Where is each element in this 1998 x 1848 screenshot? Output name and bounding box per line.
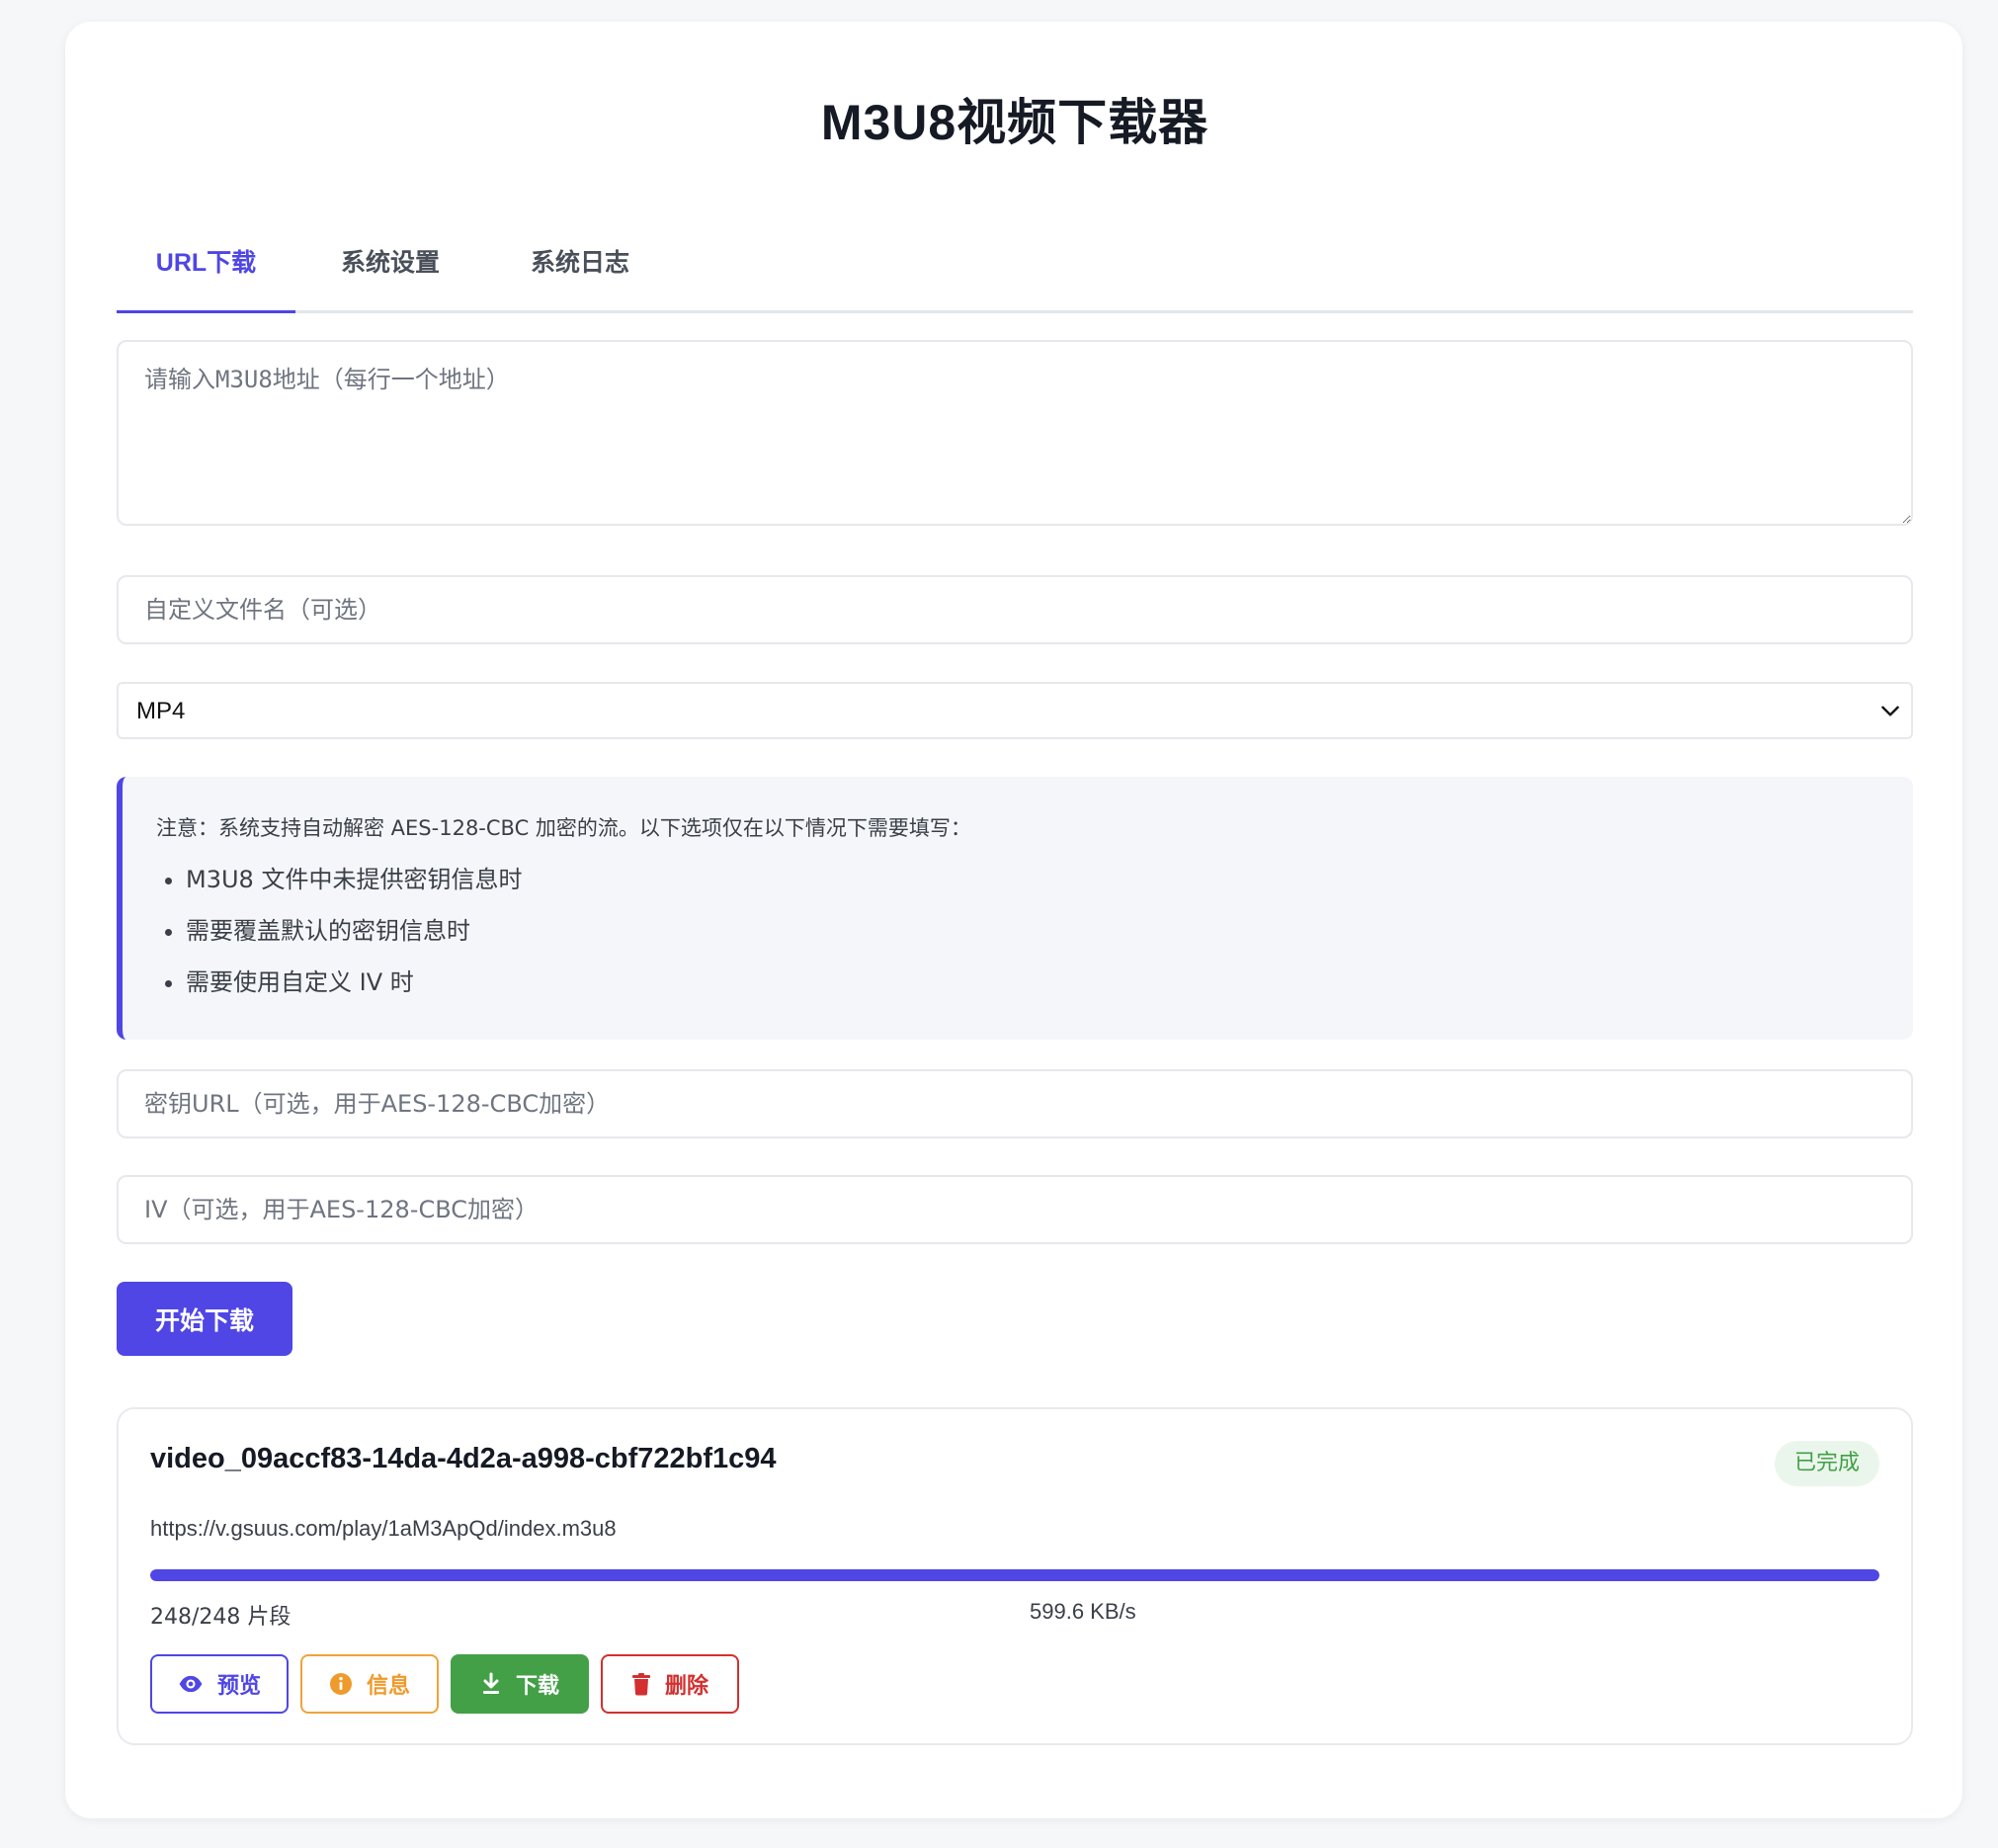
notice-item: 需要覆盖默认的密钥信息时 [186,913,522,965]
download-icon [482,1672,499,1694]
eye-icon [179,1675,203,1693]
progress-bar-fill [150,1569,1879,1581]
status-badge: 已完成 [1774,1441,1879,1486]
tab-system-logs[interactable]: 系统日志 [485,215,675,310]
m3u8-urls-input[interactable] [117,340,1913,526]
download-label: 下载 [515,1674,559,1699]
info-button[interactable]: 信息 [300,1654,439,1714]
delete-button[interactable]: 删除 [601,1654,739,1714]
page-title: M3U8视频下载器 [820,95,1209,150]
delete-label: 删除 [664,1674,708,1699]
download-task-card: video_09accf83-14da-4d2a-a998-cbf722bf1c… [117,1407,1913,1745]
task-url: https://v.gsuus.com/play/1aM3ApQd/index.… [150,1516,617,1541]
format-select[interactable]: MP4 [117,682,1913,739]
preview-label: 预览 [216,1674,261,1699]
task-actions: 预览 信息 下载 删除 [150,1654,751,1714]
notice-list: M3U8 文件中未提供密钥信息时 需要覆盖默认的密钥信息时 需要使用自定义 IV… [156,862,522,1016]
tab-bar: URL下载 系统设置 系统日志 [117,215,1913,313]
segment-count: 248/248 片段 [150,1605,291,1630]
tab-system-settings[interactable]: 系统设置 [295,215,485,310]
encryption-notice: 注意：系统支持自动解密 AES-128-CBC 加密的流。以下选项仅在以下情况下… [117,777,1913,1040]
start-download-button[interactable]: 开始下载 [117,1282,292,1356]
download-speed: 599.6 KB/s [1030,1599,1136,1624]
info-label: 信息 [366,1674,410,1699]
notice-text: 注意：系统支持自动解密 AES-128-CBC 加密的流。以下选项仅在以下情况下… [156,816,971,840]
trash-icon [631,1673,650,1696]
notice-item: M3U8 文件中未提供密钥信息时 [186,862,522,913]
chevron-down-icon [1881,706,1899,716]
iv-input[interactable] [117,1175,1913,1244]
preview-button[interactable]: 预览 [150,1654,289,1714]
filename-input[interactable] [117,575,1913,644]
info-circle-icon [329,1673,352,1695]
download-button[interactable]: 下载 [451,1654,589,1714]
format-select-value: MP4 [136,698,186,724]
progress-bar [150,1569,1879,1581]
notice-item: 需要使用自定义 IV 时 [186,965,522,1016]
key-url-input[interactable] [117,1069,1913,1138]
tab-url-download[interactable]: URL下载 [117,215,295,313]
task-name: video_09accf83-14da-4d2a-a998-cbf722bf1c… [150,1443,777,1474]
main-card: M3U8视频下载器 URL下载 系统设置 系统日志 MP4 注意：系统支持自动解… [65,22,1962,1818]
